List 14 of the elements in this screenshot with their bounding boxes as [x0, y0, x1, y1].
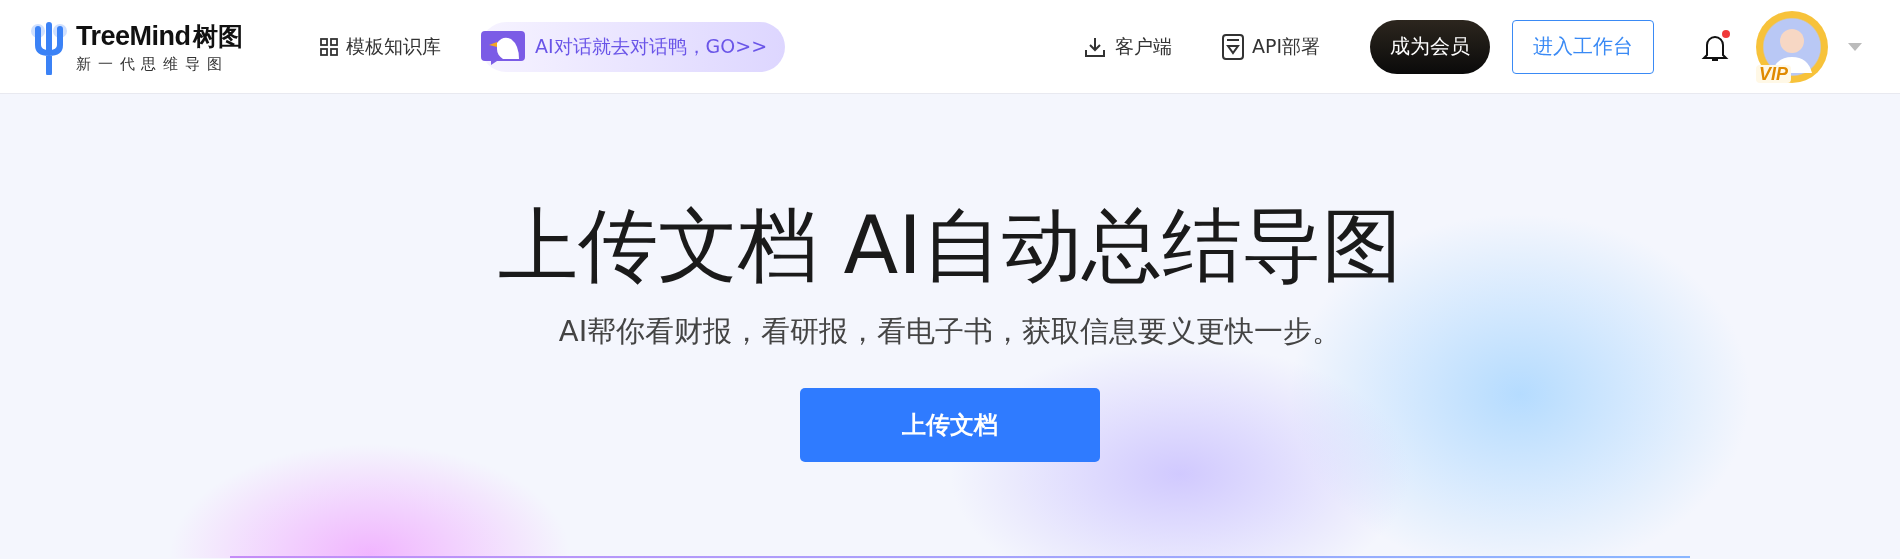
promo-banner[interactable]: AI对话就去对话鸭，GO>>	[481, 21, 786, 72]
brand-name: TreeMind	[76, 20, 191, 52]
duck-icon	[481, 28, 525, 65]
grid-icon	[320, 37, 338, 56]
nav-link[interactable]: API部署	[1221, 33, 1320, 60]
hero-title: 上传文档 AI自动总结导图	[498, 202, 1402, 290]
membership-button[interactable]: 成为会员	[1370, 19, 1490, 74]
nav-link[interactable]: 客户端	[1082, 33, 1172, 60]
upload-button[interactable]: 上传文档	[800, 388, 1100, 462]
tagline: 新 一 代 思 维 导 图	[76, 54, 224, 74]
nav-link[interactable]: 模板知识库	[320, 33, 441, 60]
hero-subtitle: AI帮你看财报，看研报，看电子书，获取信息要义更快一步。	[558, 313, 1342, 350]
vip-label: VIP	[1756, 64, 1791, 83]
brand-name-cn: 树图	[192, 20, 243, 53]
